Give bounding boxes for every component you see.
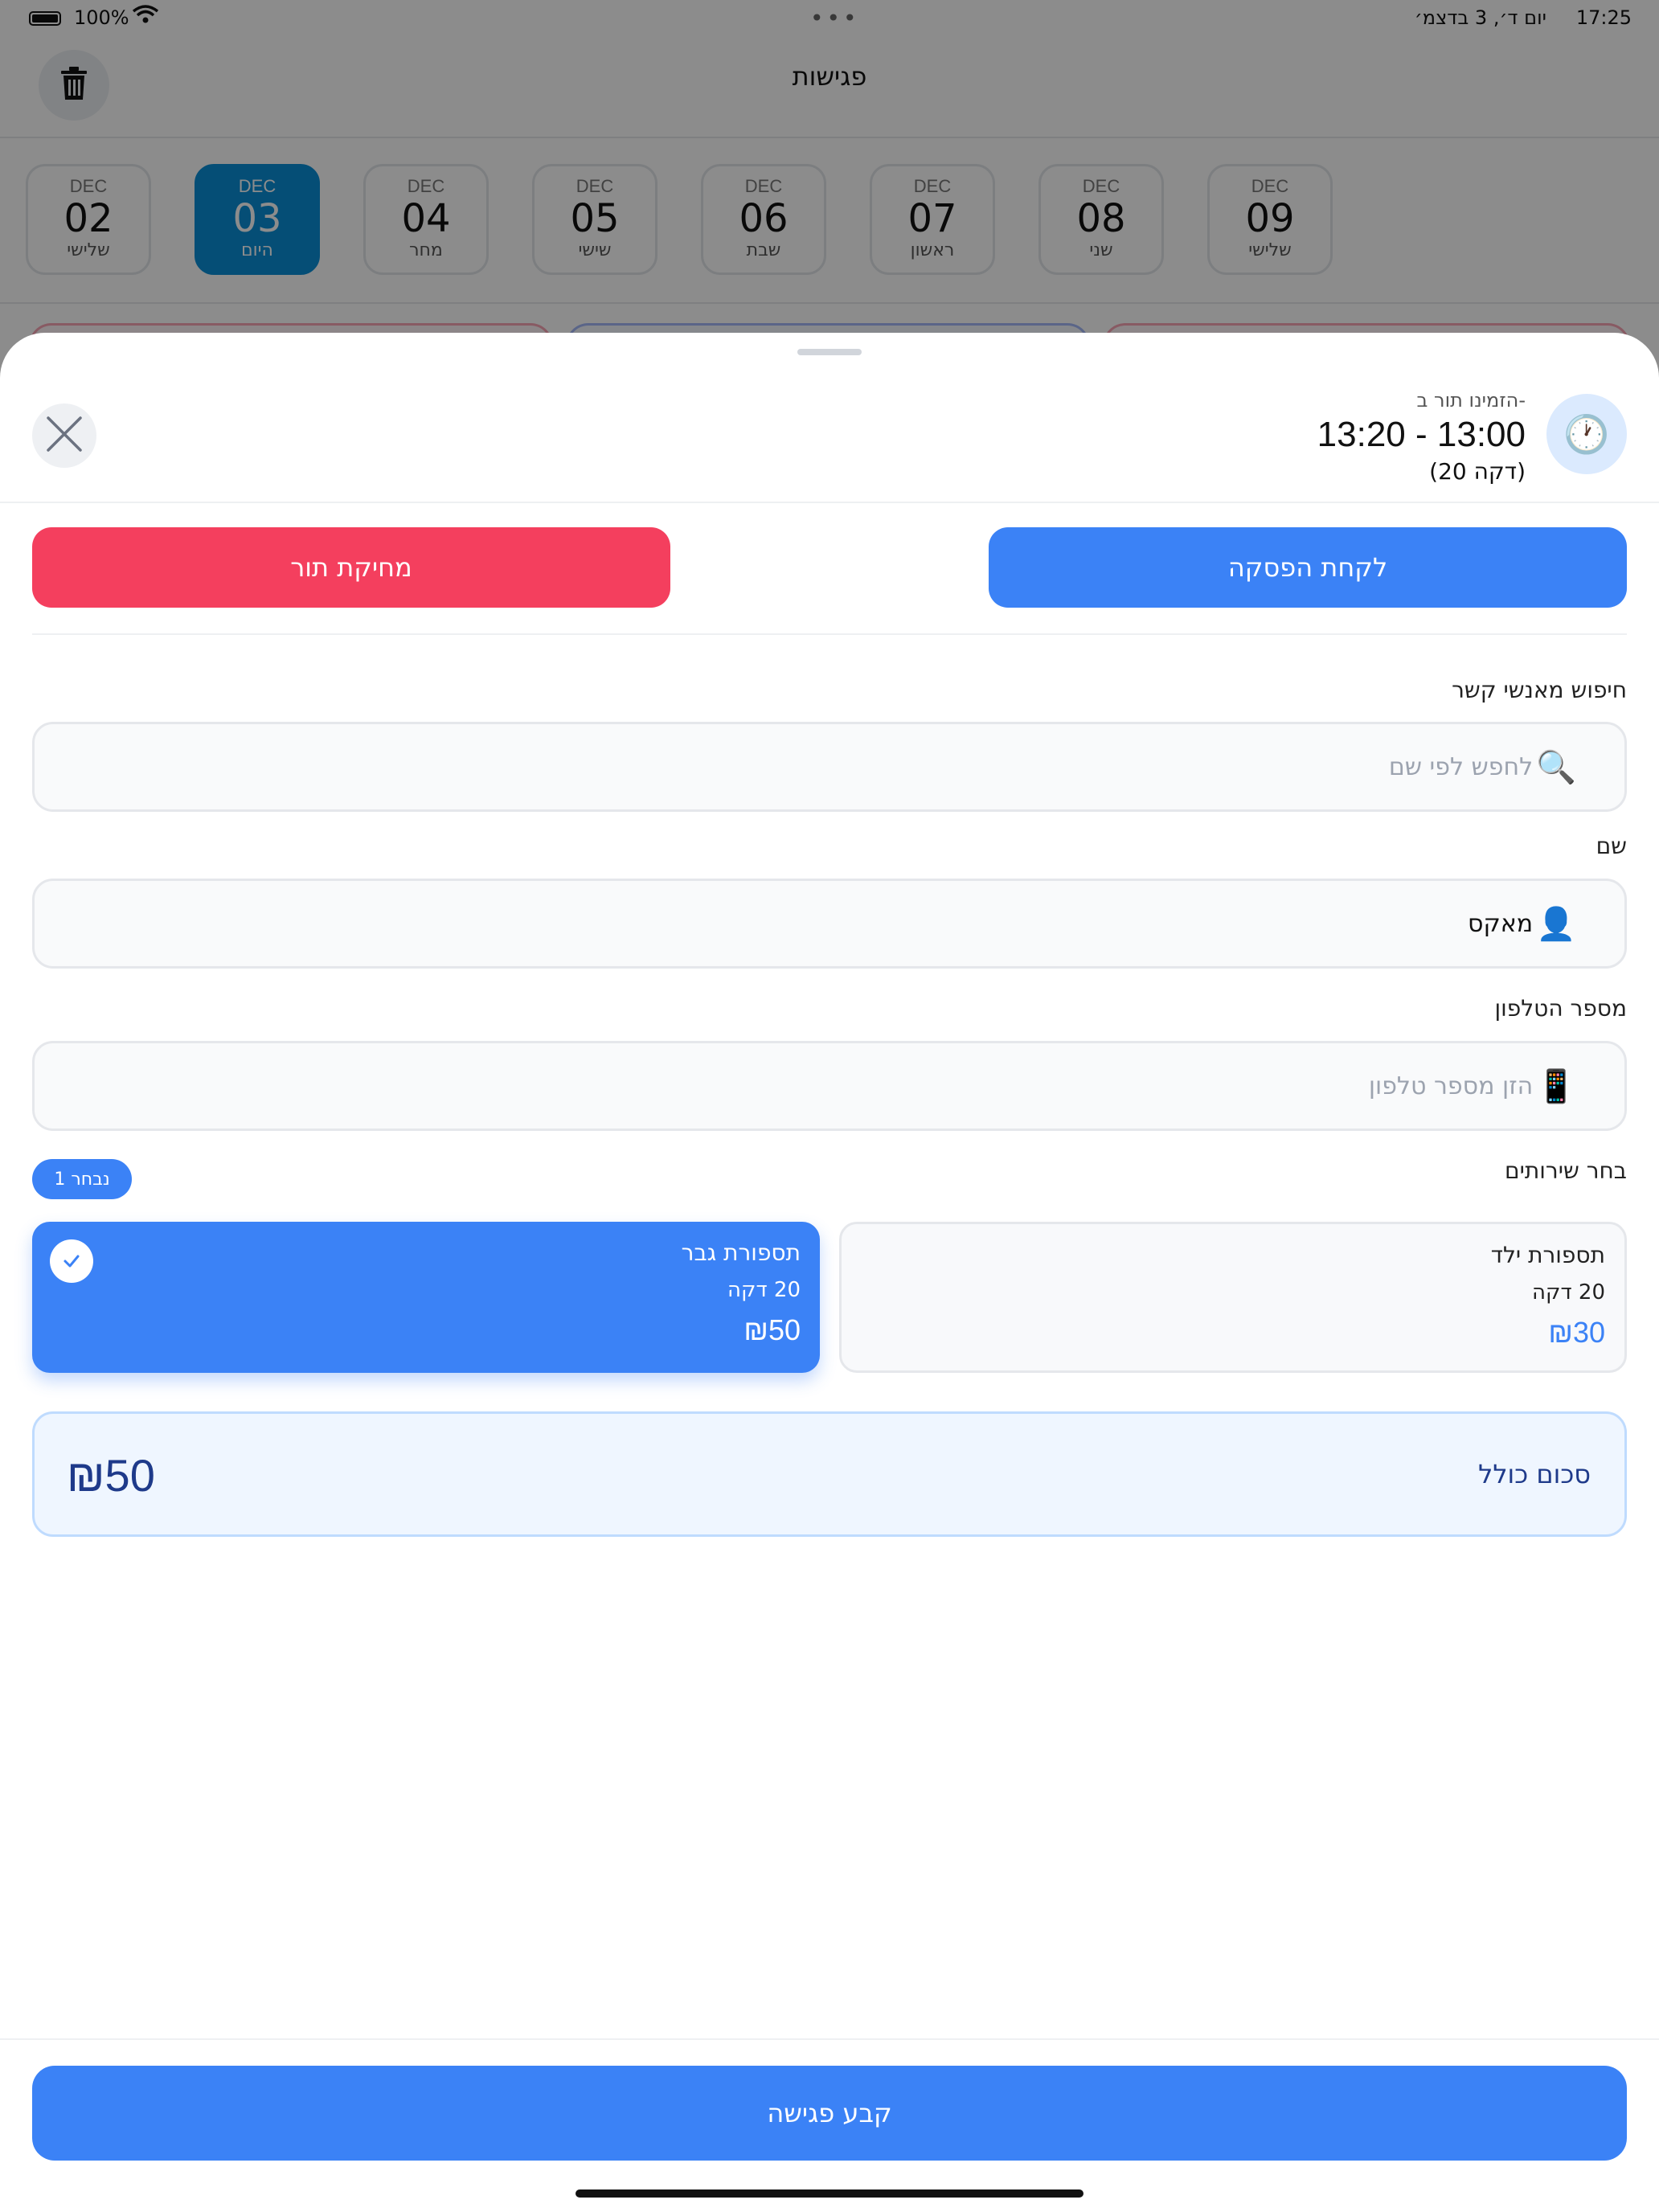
- service-card[interactable]: תספורת ילד 20 דקה ₪30: [839, 1222, 1627, 1373]
- service-card-selected[interactable]: תספורת גבר 20 דקה ₪50: [32, 1222, 820, 1373]
- search-icon: 🔍: [1536, 748, 1576, 786]
- service-price: ₪30: [1548, 1316, 1605, 1349]
- name-value: מאקס: [1468, 909, 1534, 938]
- name-field[interactable]: 👤 מאקס: [32, 879, 1627, 969]
- phone-field[interactable]: 📱 הזן מספר טלפון: [32, 1041, 1627, 1131]
- close-icon: [43, 413, 85, 458]
- selected-count-badge: 1 נבחר: [32, 1159, 132, 1199]
- total-box: סכום כולל ₪50: [32, 1411, 1627, 1537]
- contact-search-label: חיפוש מאנשי קשר: [1452, 677, 1627, 703]
- booked-label: הזמינו תור ב-: [1416, 389, 1526, 412]
- phone-icon: 📱: [1536, 1067, 1576, 1105]
- phone-label: מספר הטלפון: [1494, 995, 1628, 1022]
- sheet-grabber[interactable]: [797, 349, 862, 355]
- close-button[interactable]: [32, 403, 96, 468]
- clock-icon: 🕐: [1546, 394, 1627, 474]
- booked-duration: (20 דקה): [1429, 458, 1526, 485]
- delete-appointment-button[interactable]: מחיקת תור: [32, 527, 670, 608]
- checkmark-icon: [50, 1239, 93, 1283]
- total-amount: ₪50: [67, 1450, 155, 1501]
- phone-placeholder: הזן מספר טלפון: [1368, 1071, 1534, 1100]
- service-duration: 20 דקה: [727, 1278, 801, 1302]
- service-name: תספורת ילד: [1490, 1242, 1605, 1268]
- booked-time: 13:20 - 13:00: [1317, 415, 1526, 454]
- take-break-button[interactable]: לקחת הפסקה: [989, 527, 1627, 608]
- name-label: שם: [1596, 833, 1627, 859]
- service-duration: 20 דקה: [1532, 1280, 1605, 1305]
- footer-divider: [0, 2038, 1659, 2040]
- contact-search-placeholder: לחפש לפי שם: [1388, 752, 1534, 781]
- actions-divider: [32, 633, 1627, 635]
- services-label: בחר שירותים: [1505, 1157, 1627, 1184]
- sheet-header-divider: [0, 502, 1659, 503]
- service-price: ₪50: [743, 1313, 801, 1346]
- contact-search-input[interactable]: 🔍 לחפש לפי שם: [32, 722, 1627, 812]
- service-name: תספורת גבר: [681, 1239, 801, 1266]
- home-indicator[interactable]: [576, 2189, 1083, 2198]
- total-label: סכום כולל: [1478, 1459, 1591, 1489]
- person-icon: 👤: [1536, 905, 1576, 943]
- book-appointment-button[interactable]: קבע פגישה: [32, 2066, 1627, 2161]
